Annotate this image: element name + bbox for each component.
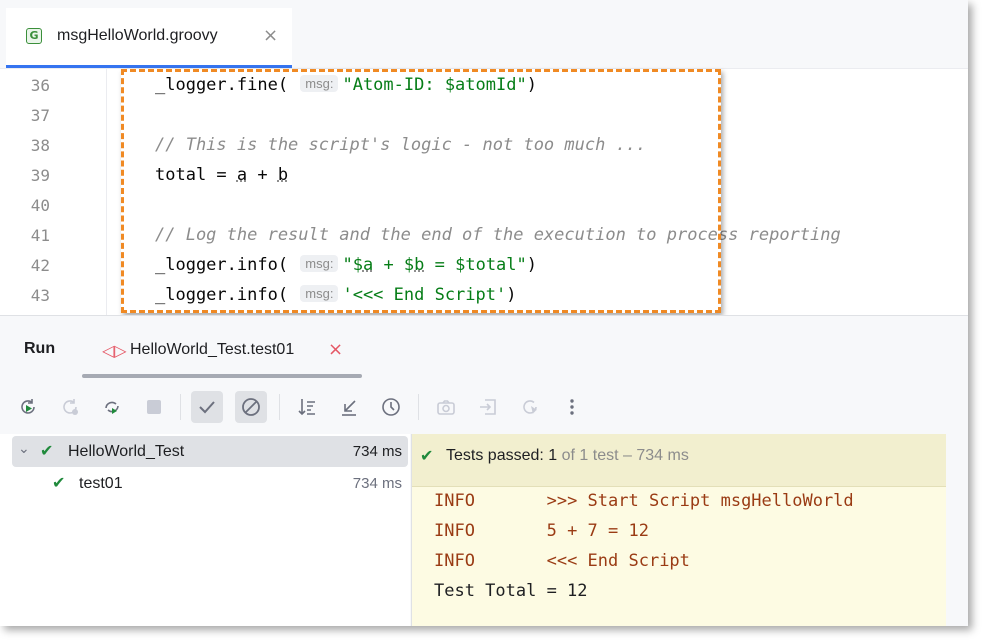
import-icon[interactable] [514,391,546,423]
toolbar-separator [418,394,419,420]
line-number-gutter: 36 37 38 39 40 41 42 43 [0,69,107,315]
console-line: INFO <<< End Script [434,551,690,571]
groovy-file-icon: G [26,28,42,44]
editor-tab-bar: G msgHelloWorld.groovy × [0,0,968,69]
show-ignored-icon[interactable] [235,391,267,423]
run-tab-underline [82,374,362,378]
tree-item-label: HelloWorld_Test [68,443,185,460]
history-icon[interactable] [375,391,407,423]
run-tool-window-header: Run ◁▷ HelloWorld_Test.test01 × [0,315,968,380]
editor-tab-msghelloworld[interactable]: G msgHelloWorld.groovy × [6,8,292,68]
line-number: 36 [30,76,50,95]
chevron-down-icon[interactable]: ⌄ [18,441,30,457]
line-number: 42 [30,256,50,275]
close-icon[interactable]: × [328,339,343,360]
line-number: 43 [30,286,50,305]
check-icon: ✔ [52,473,66,492]
line-number: 41 [30,226,50,245]
run-title: Run [24,340,56,357]
export-icon[interactable] [472,391,504,423]
camera-icon[interactable] [430,391,462,423]
console-line: INFO >>> Start Script msgHelloWorld [434,491,854,511]
tree-item-time: 734 ms [352,475,402,492]
line-number: 37 [30,106,50,125]
tree-item-test01[interactable]: ✔ test01 734 ms [12,468,408,499]
sort-icon[interactable] [291,391,323,423]
test-results-tree: ⌄ ✔ HelloWorld_Test 734 ms ✔ test01 734 … [0,434,410,626]
tree-item-time: 734 ms [352,443,402,460]
test-status-text: Tests passed: 1 of 1 test – 734 ms [446,447,689,464]
test-diff-icon: ◁▷ [102,341,127,360]
editor-tab-label: msgHelloWorld.groovy [57,27,218,44]
show-passed-icon[interactable] [191,391,223,423]
rerun-failed-icon[interactable] [54,391,86,423]
run-tab-helloworld-test[interactable]: ◁▷ HelloWorld_Test.test01 × [82,328,362,378]
check-icon: ✔ [420,446,434,465]
more-icon[interactable] [556,391,588,423]
line-number: 39 [30,166,50,185]
line-number: 38 [30,136,50,155]
close-icon[interactable]: × [263,25,278,46]
ide-window: G msgHelloWorld.groovy × 36 37 38 39 40 … [0,0,968,626]
rerun-toggle-icon[interactable] [96,391,128,423]
toolbar-separator [279,394,280,420]
toolbar-separator [180,394,181,420]
console-output[interactable]: ✔ Tests passed: 1 of 1 test – 734 ms INF… [411,434,947,626]
stop-icon[interactable] [138,391,170,423]
tree-item-helloworld-test[interactable]: ⌄ ✔ HelloWorld_Test 734 ms [12,436,408,467]
run-tab-label: HelloWorld_Test.test01 [130,341,295,358]
test-status-bar: ✔ Tests passed: 1 of 1 test – 734 ms [412,434,947,487]
run-toolbar [0,380,968,434]
console-line: INFO 5 + 7 = 12 [434,521,649,541]
check-icon: ✔ [40,441,54,460]
annotation-highlight-box [121,69,721,313]
rerun-icon[interactable] [12,391,44,423]
line-number: 40 [30,196,50,215]
console-line: Test Total = 12 [434,581,588,601]
collapse-icon[interactable] [333,391,365,423]
tree-item-label: test01 [79,475,123,492]
panel-gutter [946,434,968,626]
